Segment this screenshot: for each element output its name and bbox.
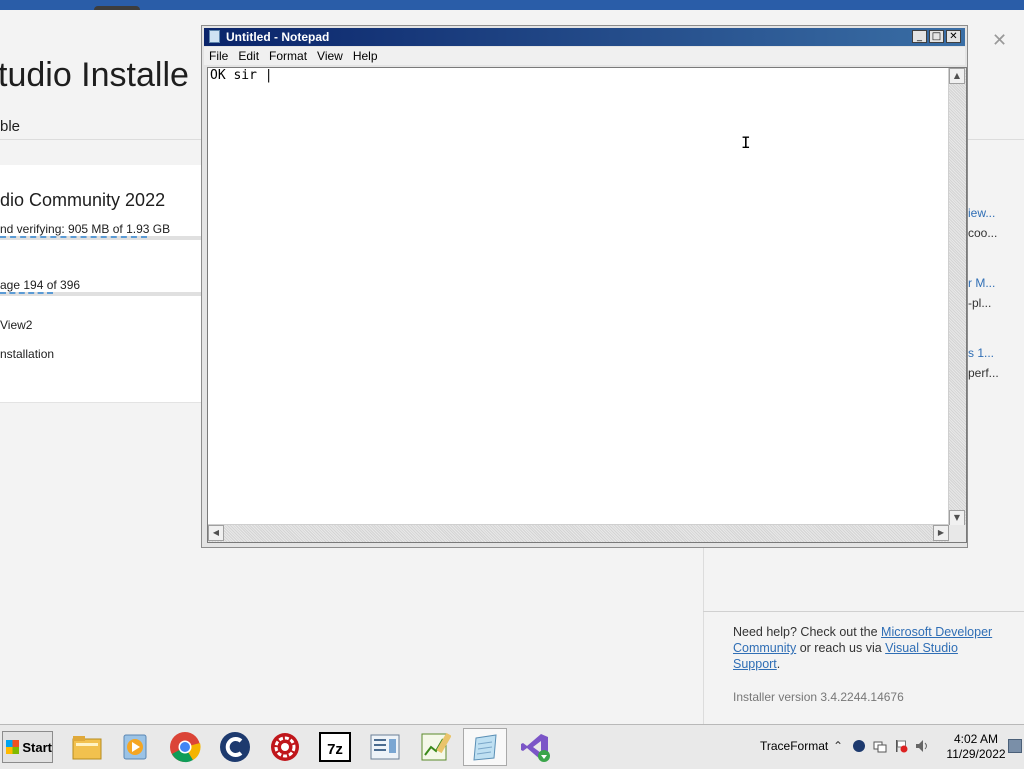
menu-bar: File Edit Format View Help [204,47,965,65]
maximize-button[interactable]: □ [929,30,944,43]
menu-file[interactable]: File [204,47,233,65]
notepad-icon [209,30,220,43]
top-window-strip [0,0,1024,14]
install-step-1: View2 [0,318,33,332]
menu-view[interactable]: View [312,47,348,65]
action-center-flag-icon[interactable] [893,738,909,754]
announcement-link-3[interactable]: s 1... [968,346,994,360]
package-status: age 194 of 396 [0,278,81,292]
tab-available[interactable]: ble [0,118,20,135]
start-label: Start [22,739,52,755]
announcement-link-1[interactable]: iew... [968,206,995,220]
svg-text:7z: 7z [327,741,343,758]
scroll-right-button[interactable]: ▶ [933,525,949,541]
ccleaner-icon[interactable] [213,728,257,766]
download-status: nd verifying: 905 MB of 1.93 GB [0,222,171,236]
help-divider [703,611,1024,612]
document-viewer-icon[interactable] [363,728,407,766]
announcement-text-3: perf... [968,366,999,380]
taskbar: Start 7z TraceFormat ⌃ 4:02 AM 11/29/202… [0,724,1024,769]
red-gear-app-icon[interactable] [263,728,307,766]
installer-close-icon[interactable]: ✕ [992,30,1007,51]
help-text: Need help? Check out the Microsoft Devel… [733,624,1003,672]
network-icon[interactable] [872,738,888,754]
scroll-up-button[interactable]: ▲ [949,68,965,84]
package-progress-fill [0,292,53,296]
taskbar-clock[interactable]: 4:02 AM 11/29/2022 [944,732,1008,762]
text-cursor-icon: I [741,133,751,152]
minimize-button[interactable]: _ [912,30,927,43]
traceformat-toolbar[interactable]: TraceFormat [760,739,828,753]
clock-date: 11/29/2022 [946,747,1006,761]
notepad-taskbar-icon[interactable] [463,728,507,766]
clock-time: 4:02 AM [953,732,999,746]
package-progress-bar [0,292,210,296]
7zip-icon[interactable]: 7z [313,728,357,766]
notepad-window: Untitled - Notepad _ □ ✕ File Edit Forma… [201,25,968,548]
window-controls: _ □ ✕ [912,30,961,43]
menu-format[interactable]: Format [264,47,312,65]
chrome-icon[interactable] [163,728,207,766]
text-editor-area[interactable]: OK sir | ▲ ▼ ◀ ▶ [207,67,967,543]
window-title: Untitled - Notepad [226,30,330,44]
vertical-scrollbar[interactable]: ▲ ▼ [948,68,966,526]
system-tray: ⌃ [830,738,930,754]
announcement-text-2: -pl... [968,296,992,310]
product-name: dio Community 2022 [0,190,166,210]
vs-installer-icon[interactable] [513,728,557,766]
installer-title: tudio Installe [0,56,189,94]
file-explorer-icon[interactable] [65,728,109,766]
announcement-text-1: coo... [968,226,998,240]
help-suffix: . [776,657,781,671]
download-progress-bar [0,236,210,240]
windows-logo-icon [6,740,20,754]
help-middle: or reach us via [796,641,886,655]
install-step-2: nstallation [0,347,55,361]
download-progress-fill [0,236,147,240]
horizontal-scrollbar[interactable]: ◀ ▶ [208,524,949,542]
menu-edit[interactable]: Edit [233,47,264,65]
installer-version: Installer version 3.4.2244.14676 [733,690,904,704]
notepad-titlebar[interactable]: Untitled - Notepad _ □ ✕ [204,28,965,46]
show-desktop-button[interactable] [1008,739,1022,753]
product-card: dio Community 2022 nd verifying: 905 MB … [0,165,210,403]
editor-content: OK sir | [210,68,273,83]
announcement-link-2[interactable]: r M... [968,276,995,290]
resize-grip[interactable] [949,525,966,542]
scroll-left-button[interactable]: ◀ [208,525,224,541]
ccleaner-tray-icon[interactable] [851,738,867,754]
chart-app-icon[interactable] [413,728,457,766]
tray-expand-icon[interactable]: ⌃ [830,738,846,754]
media-player-icon[interactable] [113,728,157,766]
scroll-down-button[interactable]: ▼ [949,510,965,526]
start-button[interactable]: Start [2,731,53,763]
help-prefix: Need help? Check out the [733,625,882,639]
close-button[interactable]: ✕ [946,30,961,43]
volume-icon[interactable] [914,738,930,754]
menu-help[interactable]: Help [348,47,383,65]
